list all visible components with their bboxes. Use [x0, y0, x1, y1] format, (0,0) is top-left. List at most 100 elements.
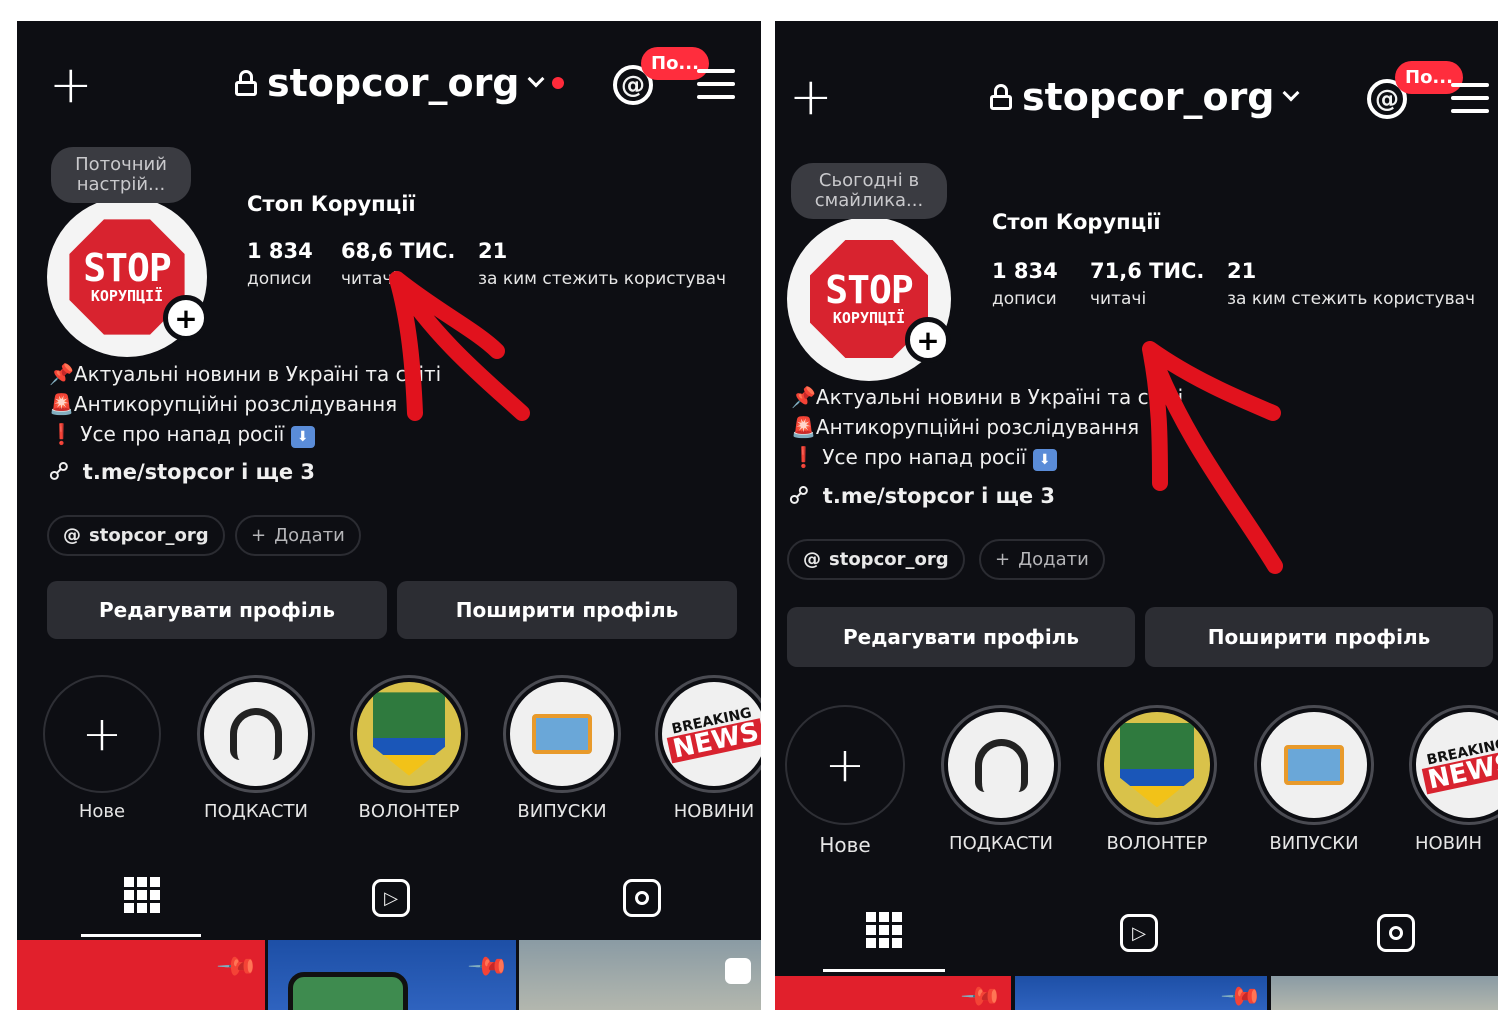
post-thumbnail[interactable]	[519, 940, 761, 1010]
following-count[interactable]: 21	[1227, 259, 1256, 283]
following-label[interactable]: за ким стежить користувач	[1227, 289, 1475, 309]
pushpin-icon: 📌	[49, 362, 74, 386]
followers-label[interactable]: читачі	[1090, 289, 1146, 309]
pinned-icon: 📌	[466, 944, 511, 990]
highlight-label: ВОЛОНТЕР	[358, 801, 460, 822]
active-tab-indicator	[823, 969, 945, 972]
highlight-label: НОВИН	[1415, 833, 1483, 854]
bio-line-2: 🚨Антикорупційні розслідування	[791, 415, 1140, 439]
highlight-label: ВОЛОНТЕР	[1106, 833, 1208, 854]
post-thumbnail[interactable]: 📌	[268, 940, 516, 1010]
highlight-label: ПОДКАСТИ	[949, 833, 1053, 854]
create-plus-icon[interactable]: +	[49, 59, 93, 111]
pinned-icon: 📌	[959, 976, 1004, 1010]
share-profile-button[interactable]: Поширити профіль	[397, 581, 737, 639]
tagged-tab-icon[interactable]	[1377, 914, 1415, 952]
link-icon: ⚯	[781, 477, 819, 515]
posts-label: дописи	[247, 269, 312, 289]
shield-icon	[372, 692, 446, 776]
new-highlight-button[interactable]: +	[785, 705, 905, 825]
username: stopcor_org	[1022, 75, 1275, 119]
threads-small-icon: @	[803, 549, 821, 570]
post-thumbnail[interactable]: 📌	[17, 940, 265, 1010]
shield-icon	[1119, 722, 1195, 808]
new-highlight-button[interactable]: +	[43, 675, 161, 793]
followers-count[interactable]: 68,6 ТИС.	[341, 239, 455, 263]
followers-label[interactable]: читачі	[341, 269, 397, 289]
notification-dot	[551, 77, 564, 89]
profile-screenshot-after: + stopcor_org @ По... STOP КОРУПЦІЇ + Сь…	[775, 21, 1498, 1010]
bio-line-1: 📌Актуальні новини в Україні та світі	[791, 385, 1184, 409]
post-thumbnail[interactable]: 📌	[775, 976, 1011, 1010]
highlight-label: ВИПУСКИ	[1269, 833, 1359, 854]
plus-icon: +	[251, 525, 267, 546]
reels-tab-icon[interactable]: ▷	[1120, 914, 1158, 952]
posts-label: дописи	[992, 289, 1057, 309]
profile-name: Стоп Корупції	[992, 210, 1161, 234]
username: stopcor_org	[267, 61, 520, 105]
posts-count: 1 834	[247, 239, 313, 263]
post-thumbnail[interactable]: 📌	[1015, 976, 1267, 1010]
presenter-icon	[1284, 745, 1344, 785]
bio: 📌Актуальні новини в Україні та світі 🚨Ан…	[49, 359, 441, 449]
grid-tab-icon[interactable]	[866, 912, 902, 948]
highlight-label: Нове	[78, 801, 126, 822]
headphones-icon	[974, 738, 1028, 792]
highlight-podcasts[interactable]	[941, 705, 1061, 825]
exclamation-icon: ❗	[49, 422, 74, 446]
reel-thumb-icon	[725, 958, 751, 984]
plus-icon: +	[995, 549, 1011, 570]
highlight-podcasts[interactable]	[197, 675, 315, 793]
add-chip[interactable]: + Додати	[235, 515, 361, 556]
highlight-news[interactable]: BREAKING NEWS	[1409, 705, 1498, 825]
note-bubble[interactable]: Поточний настрій...	[51, 147, 191, 203]
threads-chip[interactable]: @ stopcor_org	[47, 515, 225, 556]
link-icon: ⚯	[41, 453, 79, 491]
highlight-episodes[interactable]	[1254, 705, 1374, 825]
threads-chip[interactable]: @ stopcor_org	[787, 539, 965, 580]
breaking-news-logo: BREAKING NEWS	[663, 705, 761, 765]
headphones-icon	[230, 708, 282, 760]
highlight-label: Нове	[819, 833, 871, 857]
add-story-plus-icon[interactable]: +	[905, 317, 951, 363]
create-plus-icon[interactable]: +	[789, 71, 833, 123]
tagged-tab-icon[interactable]	[623, 879, 661, 917]
siren-icon: 🚨	[791, 415, 816, 439]
posts-count: 1 834	[992, 259, 1058, 283]
note-bubble[interactable]: Сьогодні в смайлика...	[791, 163, 947, 219]
add-story-plus-icon[interactable]: +	[163, 295, 209, 341]
edit-profile-button[interactable]: Редагувати профіль	[787, 607, 1135, 667]
bio-line-3: ❗ Усе про напад росії ⬇	[49, 419, 441, 449]
highlight-volunteer[interactable]	[350, 675, 468, 793]
highlight-news[interactable]: BREAKING NEWS	[655, 675, 761, 793]
highlight-label: ВИПУСКИ	[517, 801, 607, 822]
bio-link[interactable]: ⚯ t.me/stopcor і ще 3	[782, 478, 1055, 515]
menu-icon[interactable]	[1451, 83, 1489, 113]
account-switcher[interactable]: stopcor_org	[990, 75, 1300, 119]
edit-profile-button[interactable]: Редагувати профіль	[47, 581, 387, 639]
highlight-label: НОВИНИ	[673, 801, 755, 822]
down-arrow-icon: ⬇	[1032, 449, 1057, 471]
followers-count[interactable]: 71,6 ТИС.	[1090, 259, 1204, 283]
post-thumbnail[interactable]	[1271, 976, 1498, 1010]
lock-icon	[235, 70, 257, 96]
grid-tab-icon[interactable]	[124, 877, 160, 913]
highlight-volunteer[interactable]	[1097, 705, 1217, 825]
menu-icon[interactable]	[697, 69, 735, 99]
lock-icon	[990, 84, 1012, 110]
profile-name: Стоп Корупції	[247, 192, 416, 216]
presenter-icon	[532, 714, 592, 754]
following-label[interactable]: за ким стежить користувач	[478, 269, 726, 289]
account-switcher[interactable]: stopcor_org	[235, 61, 564, 105]
chevron-down-icon	[1282, 84, 1300, 102]
bio: 📌Актуальні новини в Україні та світі 🚨Ан…	[791, 382, 1183, 472]
following-count[interactable]: 21	[478, 239, 507, 263]
add-chip[interactable]: + Додати	[979, 539, 1105, 580]
breaking-news-logo: BREAKING NEWS	[1418, 736, 1498, 796]
bio-link[interactable]: ⚯ t.me/stopcor і ще 3	[42, 454, 315, 491]
profile-screenshot-before: + stopcor_org @ По... STOP КОРУПЦІЇ + По…	[17, 21, 761, 1010]
reels-tab-icon[interactable]: ▷	[372, 879, 410, 917]
siren-icon: 🚨	[49, 392, 74, 416]
share-profile-button[interactable]: Поширити профіль	[1145, 607, 1493, 667]
highlight-episodes[interactable]	[503, 675, 621, 793]
